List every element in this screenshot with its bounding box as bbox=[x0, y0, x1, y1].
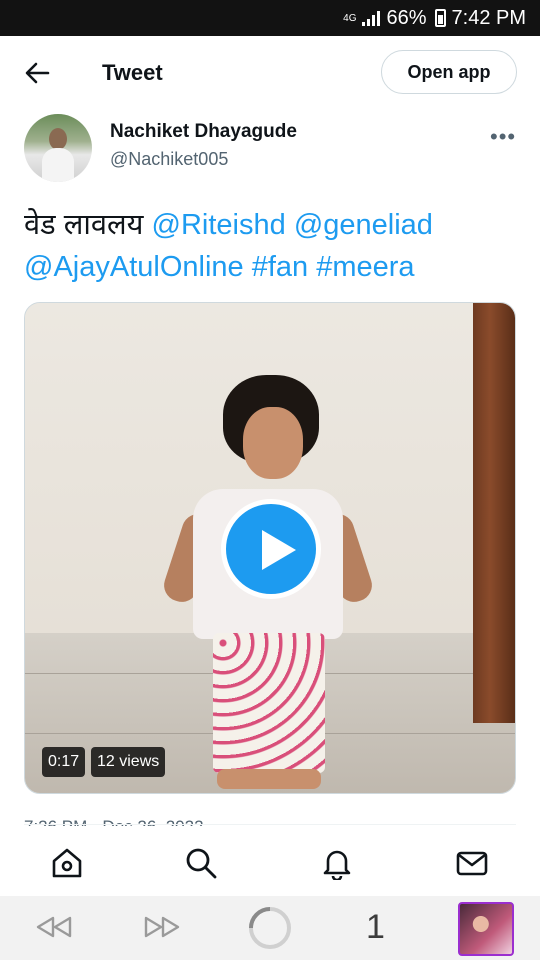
author-name[interactable]: Nachiket Dhayagude bbox=[110, 121, 297, 143]
tweet-text: वेड लावलय @Riteishd @geneliad @AjayAtulO… bbox=[24, 204, 514, 288]
tab-count[interactable]: 1 bbox=[366, 908, 385, 947]
fast-forward-icon[interactable] bbox=[142, 910, 182, 944]
status-bar: 4G 66% 7:42 PM bbox=[0, 0, 540, 36]
page-title: Tweet bbox=[102, 60, 163, 85]
author-handle[interactable]: @Nachiket005 bbox=[110, 149, 228, 170]
battery-icon bbox=[434, 9, 446, 27]
play-button[interactable] bbox=[221, 499, 321, 599]
clock: 7:42 PM bbox=[451, 6, 526, 29]
avatar[interactable] bbox=[24, 114, 92, 182]
rewind-icon[interactable] bbox=[34, 910, 74, 944]
bottom-nav bbox=[0, 826, 540, 896]
hashtag-link[interactable]: #meera bbox=[316, 251, 414, 283]
loading-spinner-icon bbox=[249, 907, 291, 949]
open-app-button[interactable]: Open app bbox=[381, 50, 517, 94]
home-icon[interactable] bbox=[50, 846, 84, 880]
browser-toolbar: 1 bbox=[0, 896, 540, 960]
back-arrow-icon[interactable] bbox=[22, 58, 52, 88]
profile-thumbnail[interactable] bbox=[458, 902, 514, 956]
divider bbox=[24, 824, 516, 825]
search-icon[interactable] bbox=[184, 846, 218, 880]
signal-icon bbox=[362, 10, 381, 26]
more-options-icon[interactable]: ••• bbox=[490, 124, 516, 150]
battery-percent: 66% bbox=[386, 6, 427, 29]
mention-link[interactable]: @Riteishd bbox=[152, 209, 286, 241]
video-duration: 0:17 bbox=[42, 747, 86, 777]
mention-link[interactable]: @AjayAtulOnline bbox=[24, 251, 244, 283]
top-app-bar: Tweet Open app bbox=[0, 36, 540, 110]
video-player[interactable]: 0:17 12 views bbox=[24, 302, 516, 794]
video-views: 12 views bbox=[91, 747, 166, 777]
mention-link[interactable]: @geneliad bbox=[294, 209, 433, 241]
tweet-plain-text: वेड लावलय bbox=[24, 209, 144, 241]
notifications-icon[interactable] bbox=[320, 846, 354, 880]
network-type: 4G bbox=[343, 12, 357, 24]
hashtag-link[interactable]: #fan bbox=[252, 251, 308, 283]
messages-icon[interactable] bbox=[455, 846, 489, 880]
